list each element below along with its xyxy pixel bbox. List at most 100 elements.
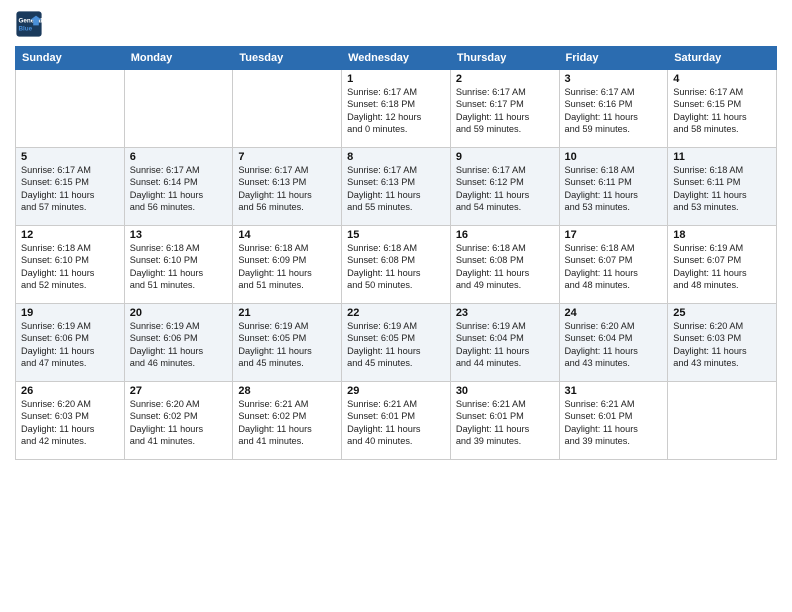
cell-text: and 41 minutes. — [238, 435, 336, 447]
cell-text: and 55 minutes. — [347, 201, 445, 213]
day-number: 17 — [565, 229, 663, 241]
calendar-cell: 21Sunrise: 6:19 AMSunset: 6:05 PMDayligh… — [233, 304, 342, 382]
cell-text: Sunset: 6:10 PM — [21, 254, 119, 266]
cell-text: and 53 minutes. — [673, 201, 771, 213]
day-number: 5 — [21, 151, 119, 163]
cell-text: Sunrise: 6:19 AM — [130, 320, 228, 332]
cell-text: Sunset: 6:07 PM — [673, 254, 771, 266]
cell-text: Daylight: 11 hours — [456, 189, 554, 201]
cell-text: and 56 minutes. — [238, 201, 336, 213]
day-number: 26 — [21, 385, 119, 397]
cell-text: Sunrise: 6:17 AM — [347, 86, 445, 98]
day-number: 8 — [347, 151, 445, 163]
calendar-cell: 28Sunrise: 6:21 AMSunset: 6:02 PMDayligh… — [233, 382, 342, 460]
day-number: 22 — [347, 307, 445, 319]
cell-text: Daylight: 11 hours — [565, 267, 663, 279]
calendar-cell — [16, 70, 125, 148]
calendar-cell: 13Sunrise: 6:18 AMSunset: 6:10 PMDayligh… — [124, 226, 233, 304]
cell-text: Daylight: 11 hours — [456, 345, 554, 357]
cell-text: Daylight: 11 hours — [21, 267, 119, 279]
cell-text: Sunrise: 6:19 AM — [456, 320, 554, 332]
cell-text: and 45 minutes. — [238, 357, 336, 369]
day-number: 24 — [565, 307, 663, 319]
cell-text: Sunset: 6:03 PM — [673, 332, 771, 344]
cell-text: and 41 minutes. — [130, 435, 228, 447]
cell-text: Daylight: 11 hours — [130, 267, 228, 279]
day-number: 20 — [130, 307, 228, 319]
weekday-header-sunday: Sunday — [16, 47, 125, 70]
cell-text: and 49 minutes. — [456, 279, 554, 291]
cell-text: Sunset: 6:07 PM — [565, 254, 663, 266]
cell-text: Daylight: 11 hours — [673, 345, 771, 357]
day-number: 7 — [238, 151, 336, 163]
day-number: 6 — [130, 151, 228, 163]
cell-text: Sunrise: 6:21 AM — [347, 398, 445, 410]
cell-text: Daylight: 11 hours — [565, 189, 663, 201]
cell-text: Sunrise: 6:19 AM — [673, 242, 771, 254]
cell-text: Daylight: 11 hours — [673, 189, 771, 201]
cell-text: Sunset: 6:06 PM — [21, 332, 119, 344]
calendar-cell: 4Sunrise: 6:17 AMSunset: 6:15 PMDaylight… — [668, 70, 777, 148]
cell-text: Sunrise: 6:18 AM — [130, 242, 228, 254]
cell-text: Sunrise: 6:17 AM — [130, 164, 228, 176]
day-number: 27 — [130, 385, 228, 397]
cell-text: and 59 minutes. — [565, 123, 663, 135]
cell-text: Daylight: 12 hours — [347, 111, 445, 123]
week-row-1: 5Sunrise: 6:17 AMSunset: 6:15 PMDaylight… — [16, 148, 777, 226]
cell-text: and 50 minutes. — [347, 279, 445, 291]
calendar-cell: 3Sunrise: 6:17 AMSunset: 6:16 PMDaylight… — [559, 70, 668, 148]
cell-text: Daylight: 11 hours — [238, 267, 336, 279]
day-number: 14 — [238, 229, 336, 241]
cell-text: and 51 minutes. — [238, 279, 336, 291]
weekday-header-tuesday: Tuesday — [233, 47, 342, 70]
cell-text: and 48 minutes. — [673, 279, 771, 291]
calendar-cell: 23Sunrise: 6:19 AMSunset: 6:04 PMDayligh… — [450, 304, 559, 382]
cell-text: Daylight: 11 hours — [456, 423, 554, 435]
cell-text: Sunset: 6:05 PM — [347, 332, 445, 344]
day-number: 15 — [347, 229, 445, 241]
cell-text: Sunrise: 6:18 AM — [565, 164, 663, 176]
cell-text: Sunset: 6:08 PM — [347, 254, 445, 266]
cell-text: and 47 minutes. — [21, 357, 119, 369]
cell-text: Daylight: 11 hours — [238, 423, 336, 435]
cell-text: Sunrise: 6:18 AM — [238, 242, 336, 254]
cell-text: Daylight: 11 hours — [130, 345, 228, 357]
cell-text: Sunrise: 6:20 AM — [21, 398, 119, 410]
cell-text: Sunset: 6:13 PM — [238, 176, 336, 188]
cell-text: Sunset: 6:06 PM — [130, 332, 228, 344]
cell-text: Sunset: 6:08 PM — [456, 254, 554, 266]
calendar-cell: 18Sunrise: 6:19 AMSunset: 6:07 PMDayligh… — [668, 226, 777, 304]
cell-text: Sunrise: 6:17 AM — [21, 164, 119, 176]
header: General Blue — [15, 10, 777, 38]
cell-text: Sunset: 6:01 PM — [347, 410, 445, 422]
cell-text: Sunrise: 6:21 AM — [238, 398, 336, 410]
cell-text: Daylight: 11 hours — [673, 267, 771, 279]
day-number: 1 — [347, 73, 445, 85]
calendar-cell: 6Sunrise: 6:17 AMSunset: 6:14 PMDaylight… — [124, 148, 233, 226]
cell-text: Daylight: 11 hours — [565, 423, 663, 435]
day-number: 2 — [456, 73, 554, 85]
cell-text: and 43 minutes. — [673, 357, 771, 369]
cell-text: Sunset: 6:01 PM — [456, 410, 554, 422]
cell-text: Daylight: 11 hours — [347, 189, 445, 201]
day-number: 18 — [673, 229, 771, 241]
weekday-header-saturday: Saturday — [668, 47, 777, 70]
calendar-cell: 17Sunrise: 6:18 AMSunset: 6:07 PMDayligh… — [559, 226, 668, 304]
cell-text: Sunset: 6:15 PM — [673, 98, 771, 110]
cell-text: Sunset: 6:03 PM — [21, 410, 119, 422]
calendar-cell: 30Sunrise: 6:21 AMSunset: 6:01 PMDayligh… — [450, 382, 559, 460]
day-number: 3 — [565, 73, 663, 85]
calendar-cell: 27Sunrise: 6:20 AMSunset: 6:02 PMDayligh… — [124, 382, 233, 460]
cell-text: Daylight: 11 hours — [456, 267, 554, 279]
cell-text: Sunrise: 6:21 AM — [456, 398, 554, 410]
cell-text: Sunrise: 6:20 AM — [130, 398, 228, 410]
cell-text: Daylight: 11 hours — [130, 423, 228, 435]
day-number: 13 — [130, 229, 228, 241]
cell-text: Sunset: 6:04 PM — [456, 332, 554, 344]
calendar-cell: 25Sunrise: 6:20 AMSunset: 6:03 PMDayligh… — [668, 304, 777, 382]
calendar-cell: 12Sunrise: 6:18 AMSunset: 6:10 PMDayligh… — [16, 226, 125, 304]
cell-text: Daylight: 11 hours — [565, 345, 663, 357]
week-row-0: 1Sunrise: 6:17 AMSunset: 6:18 PMDaylight… — [16, 70, 777, 148]
cell-text: and 54 minutes. — [456, 201, 554, 213]
calendar-cell: 11Sunrise: 6:18 AMSunset: 6:11 PMDayligh… — [668, 148, 777, 226]
